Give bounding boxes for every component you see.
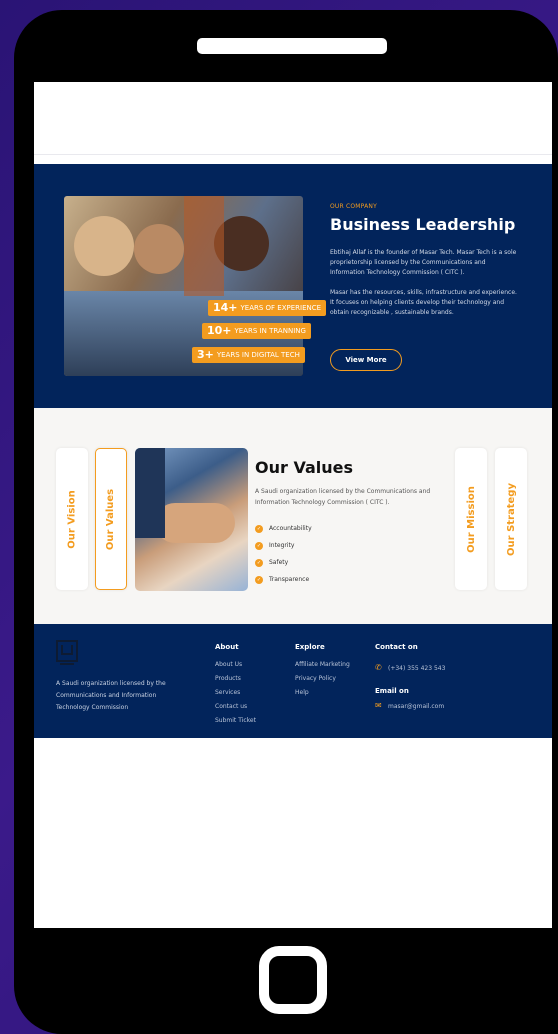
values-photo bbox=[135, 448, 248, 591]
phone-row[interactable]: ✆ (+34) 355 423 543 bbox=[375, 661, 445, 675]
values-section: Our Vision Our Values Our Values A Saudi… bbox=[34, 408, 552, 624]
tab-our-vision[interactable]: Our Vision bbox=[56, 448, 88, 590]
section-title: Business Leadership bbox=[330, 215, 516, 234]
tab-our-mission[interactable]: Our Mission bbox=[455, 448, 487, 590]
list-item: ✓ Safety bbox=[255, 558, 289, 567]
company-paragraph-1: Ebtihaj Allaf is the founder of Masar Te… bbox=[330, 249, 517, 276]
footer-about-text: A Saudi organization licensed by the Com… bbox=[56, 680, 166, 711]
phone-speaker bbox=[197, 38, 387, 54]
company-paragraph-2: Masar has the resources, skills, infrast… bbox=[330, 289, 517, 316]
view-more-button[interactable]: View More bbox=[330, 349, 402, 371]
photo-sleeve bbox=[135, 448, 165, 538]
footer-heading: About bbox=[215, 643, 239, 651]
experience-badge: 14+ YEARS OF EXPERIENCE bbox=[208, 300, 327, 316]
footer-heading: Contact on bbox=[375, 643, 418, 651]
footer-contact-column: Contact on ✆ (+34) 355 423 543 Email on … bbox=[375, 643, 445, 713]
footer-link-products[interactable]: Products bbox=[215, 675, 256, 689]
training-badge: 10+ YEARS IN TRANNING bbox=[202, 323, 311, 339]
list-item: ✓ Integrity bbox=[255, 541, 295, 550]
photo-figure bbox=[74, 216, 134, 276]
section-eyebrow: OUR COMPANY bbox=[330, 203, 377, 210]
footer-heading: Email on bbox=[375, 687, 409, 695]
photo-hands bbox=[155, 503, 235, 543]
phone-icon: ✆ bbox=[375, 663, 382, 672]
values-list: ✓ Accountability ✓ Integrity ✓ Safety ✓ Tran… bbox=[255, 520, 312, 588]
values-title: Our Values bbox=[255, 458, 354, 477]
company-section: 14+ YEARS OF EXPERIENCE 10+ YEARS IN TRA… bbox=[34, 164, 552, 408]
photo-door bbox=[184, 196, 224, 296]
list-item: ✓ Transparence bbox=[255, 575, 310, 584]
check-icon: ✓ bbox=[255, 541, 263, 550]
footer-link-submit-ticket[interactable]: Submit Ticket bbox=[215, 717, 256, 731]
footer-link-about-us[interactable]: About Us bbox=[215, 661, 256, 675]
digital-tech-badge: 3+ YEARS IN DIGITAL TECH bbox=[192, 347, 305, 363]
values-description: A Saudi organization licensed by the Com… bbox=[255, 488, 431, 506]
brand-logo[interactable] bbox=[56, 640, 78, 668]
check-icon: ✓ bbox=[255, 524, 263, 533]
tab-our-strategy[interactable]: Our Strategy bbox=[495, 448, 527, 590]
check-icon: ✓ bbox=[255, 558, 263, 567]
check-icon: ✓ bbox=[255, 575, 263, 584]
email-row[interactable]: ✉ masar@gmail.com bbox=[375, 699, 445, 713]
photo-figure bbox=[134, 224, 184, 274]
list-item: ✓ Accountability bbox=[255, 524, 312, 533]
footer-link-services[interactable]: Services bbox=[215, 689, 256, 703]
home-button[interactable] bbox=[259, 946, 327, 1014]
footer-explore-column: Explore Affiliate Marketing Privacy Poli… bbox=[295, 643, 350, 703]
footer-link-privacy[interactable]: Privacy Policy bbox=[295, 675, 350, 689]
footer-link-affiliate[interactable]: Affiliate Marketing bbox=[295, 661, 350, 675]
site-header bbox=[34, 82, 552, 155]
site-footer: A Saudi organization licensed by the Com… bbox=[34, 624, 552, 738]
phone-screen: 14+ YEARS OF EXPERIENCE 10+ YEARS IN TRA… bbox=[34, 82, 552, 928]
footer-link-contact[interactable]: Contact us bbox=[215, 703, 256, 717]
footer-about-column: About About Us Products Services Contact… bbox=[215, 643, 256, 731]
tab-our-values[interactable]: Our Values bbox=[95, 448, 127, 590]
footer-link-help[interactable]: Help bbox=[295, 689, 350, 703]
footer-heading: Explore bbox=[295, 643, 325, 651]
mail-icon: ✉ bbox=[375, 701, 382, 710]
